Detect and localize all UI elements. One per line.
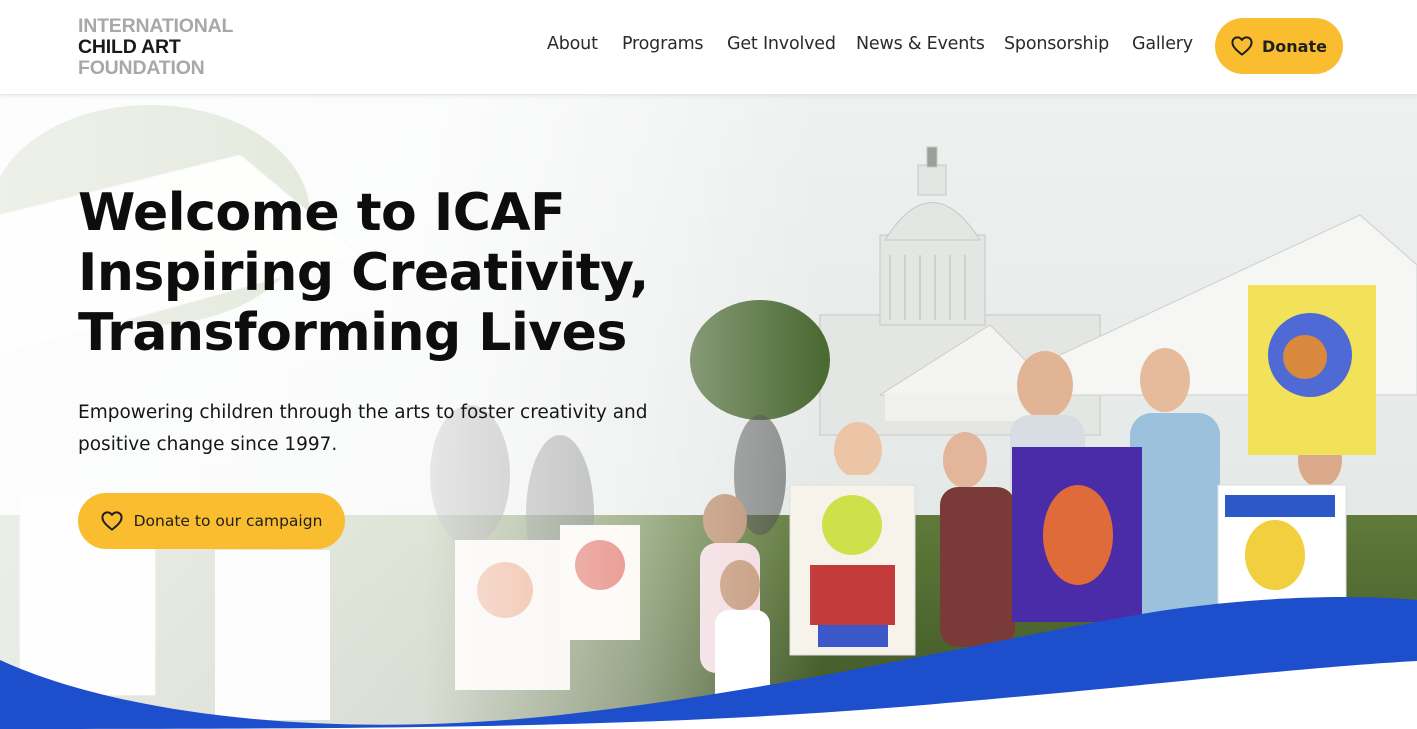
heart-icon [101,511,123,531]
donate-button[interactable]: Donate [1215,18,1343,74]
hero-title-line-2: Inspiring Creativity, [78,243,649,303]
hero-title: Welcome to ICAF Inspiring Creativity, Tr… [78,183,778,363]
donate-campaign-label: Donate to our campaign [133,512,323,530]
hero-section: Welcome to ICAF Inspiring Creativity, Tr… [0,95,1417,729]
nav-item-programs[interactable]: Programs [622,34,704,54]
site-header: INTERNATIONAL CHILD ART FOUNDATION About… [0,0,1417,95]
icaf-logo[interactable]: INTERNATIONAL CHILD ART FOUNDATION [78,16,233,79]
hero-title-line-1: Welcome to ICAF [78,183,566,243]
logo-line-3: FOUNDATION [78,57,205,79]
hero-subtitle: Empowering children through the arts to … [78,402,648,455]
donate-button-label: Donate [1262,36,1327,56]
hero-title-line-3: Transforming Lives [78,303,627,363]
logo-line-1: INTERNATIONAL [78,15,234,37]
nav-item-sponsorship[interactable]: Sponsorship [1004,34,1109,54]
logo-line-2: CHILD ART [78,36,181,58]
nav-item-about[interactable]: About [547,34,598,54]
heart-icon [1231,36,1253,56]
donate-campaign-button[interactable]: Donate to our campaign [78,493,345,549]
nav-item-news-events[interactable]: News & Events [856,34,985,54]
nav-item-gallery[interactable]: Gallery [1132,34,1193,54]
nav-item-get-involved[interactable]: Get Involved [727,34,836,54]
